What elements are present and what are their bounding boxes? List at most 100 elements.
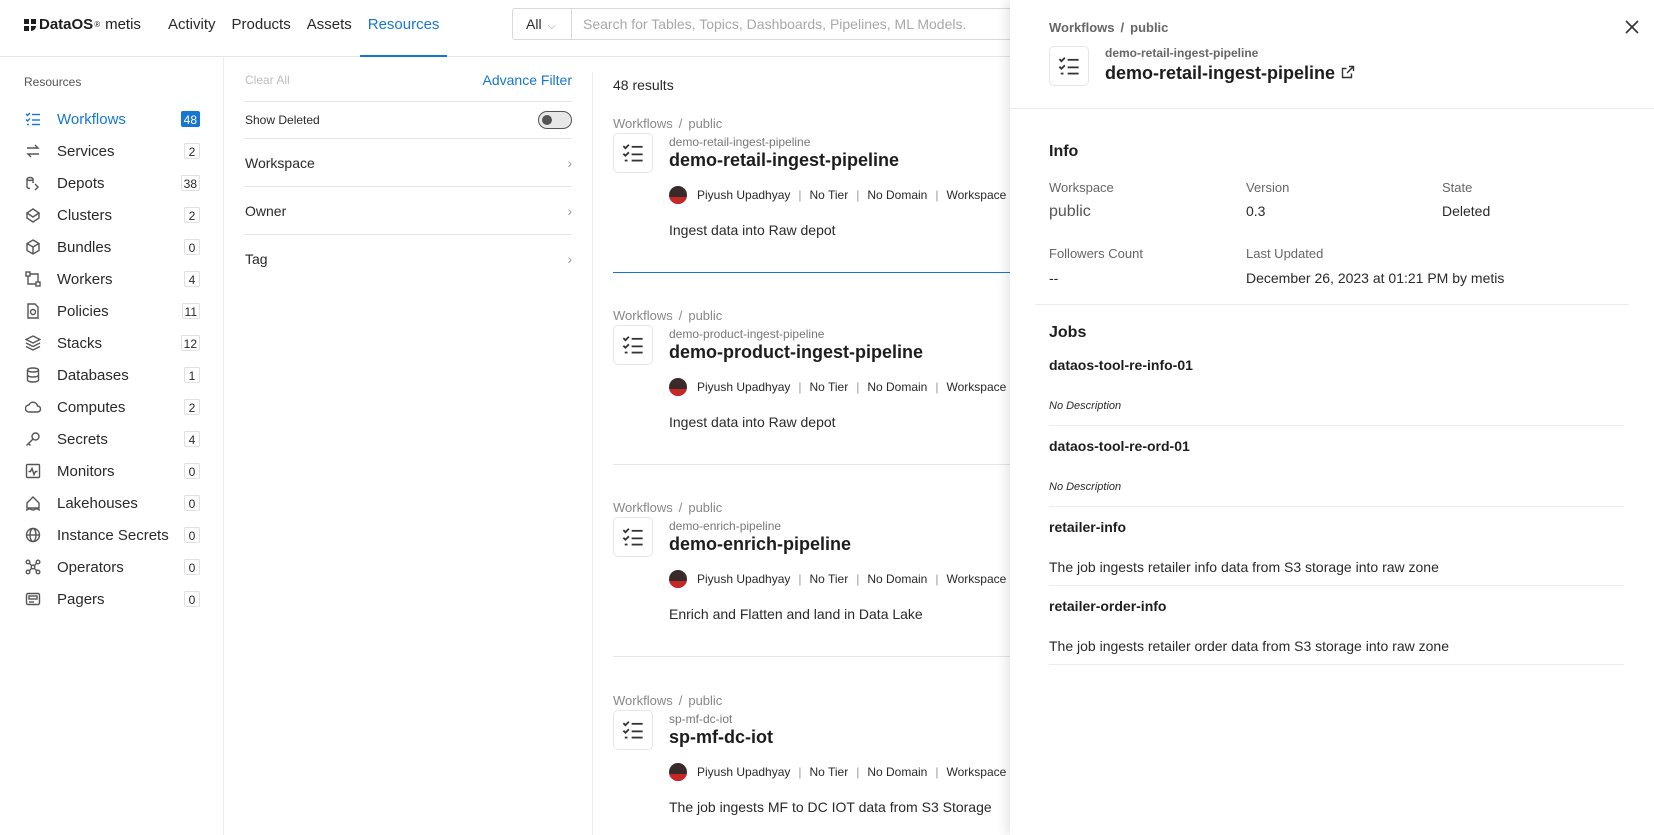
sidebar-item-stacks[interactable]: Stacks 12 (24, 327, 200, 359)
job-name: dataos-tool-re-info-01 (1049, 357, 1193, 373)
crumb-type[interactable]: Workflows (613, 308, 673, 323)
lakehouse-icon (24, 494, 42, 512)
sidebar-item-label: Lakehouses (57, 494, 138, 512)
result-card[interactable]: Workflows / public demo-product-ingest-pip… (613, 308, 1013, 465)
results-count: 48 results (613, 77, 674, 93)
sidebar-item-pagers[interactable]: Pagers 0 (24, 583, 200, 615)
nav-products[interactable]: Products (224, 0, 299, 57)
filter-tag[interactable]: Tag › (245, 235, 572, 283)
card-tier: No Tier (809, 572, 849, 586)
card-domain: No Domain (867, 765, 928, 779)
advance-filter-link[interactable]: Advance Filter (483, 72, 572, 88)
depot-icon (24, 174, 42, 192)
job-name: retailer-info (1049, 519, 1127, 535)
filter-label: Tag (245, 251, 268, 267)
workspace-label: Workspace (1049, 180, 1114, 195)
card-description: Ingest data into Raw depot (669, 222, 836, 238)
crumb-type[interactable]: Workflows (613, 116, 673, 131)
show-deleted-label: Show Deleted (245, 113, 320, 127)
crumb-type[interactable]: Workflows (613, 500, 673, 515)
card-domain: No Domain (867, 572, 928, 586)
sidebar-item-workers[interactable]: Workers 4 (24, 263, 200, 295)
nav-resources[interactable]: Resources (359, 0, 448, 57)
sidebar-item-computes[interactable]: Computes 2 (24, 391, 200, 423)
sidebar-item-clusters[interactable]: Clusters 2 (24, 199, 200, 231)
card-description: The job ingests MF to DC IOT data from S… (669, 799, 992, 815)
sidebar-item-instance-secrets[interactable]: Instance Secrets 0 (24, 519, 200, 551)
dataos-logo[interactable]: DataOS ® metis (24, 16, 141, 33)
monitor-icon (24, 462, 42, 480)
crumb-workspace[interactable]: public (688, 116, 722, 131)
filter-owner[interactable]: Owner › (245, 187, 572, 235)
card-meta: Piyush Upadhyay | No Tier | No Domain | Wor… (669, 186, 1006, 204)
card-workspace: Workspace (946, 765, 1007, 779)
search-input[interactable] (572, 9, 1011, 39)
crumb-workspace[interactable]: public (688, 500, 722, 515)
sidebar-item-count: 0 (184, 527, 200, 543)
cloud-icon (24, 398, 42, 416)
search-bar: All ⌵ (512, 8, 1012, 40)
workflow-icon (1049, 46, 1089, 86)
result-card[interactable]: Workflows / public demo-retail-ingest-pipe… (613, 116, 1013, 273)
cluster-icon (24, 206, 42, 224)
followers-label: Followers Count (1049, 246, 1143, 261)
card-title[interactable]: demo-product-ingest-pipeline (669, 342, 923, 363)
state-label: State (1442, 180, 1473, 195)
sidebar-item-count: 2 (184, 143, 200, 159)
card-subtitle: demo-retail-ingest-pipeline (669, 135, 811, 149)
card-title[interactable]: sp-mf-dc-iot (669, 727, 773, 748)
search-scope-value: All (526, 16, 542, 32)
chevron-down-icon: ⌵ (547, 20, 556, 32)
card-title[interactable]: demo-retail-ingest-pipeline (669, 150, 899, 171)
worker-icon (24, 270, 42, 288)
sidebar-item-policies[interactable]: Policies 11 (24, 295, 200, 327)
nav-assets[interactable]: Assets (299, 0, 360, 57)
sidebar-item-databases[interactable]: Databases 1 (24, 359, 200, 391)
info-divider (1035, 304, 1629, 305)
crumb-workspace[interactable]: public (688, 693, 722, 708)
sidebar-item-secrets[interactable]: Secrets 4 (24, 423, 200, 455)
main-nav: Activity Products Assets Resources (160, 0, 448, 57)
filter-label: Owner (245, 202, 287, 219)
sidebar-item-bundles[interactable]: Bundles 0 (24, 231, 200, 263)
search-scope-select[interactable]: All ⌵ (513, 9, 572, 39)
crumb-type[interactable]: Workflows (613, 693, 673, 708)
sidebar-item-operators[interactable]: Operators 0 (24, 551, 200, 583)
crumb-workspace[interactable]: public (1130, 20, 1168, 35)
sidebar-item-depots[interactable]: Depots 38 (24, 167, 200, 199)
job-name: dataos-tool-re-ord-01 (1049, 438, 1190, 454)
show-deleted-toggle[interactable] (538, 111, 572, 129)
sidebar-item-label: Clusters (57, 206, 113, 224)
card-breadcrumb: Workflows / public (613, 116, 723, 131)
close-icon[interactable] (1624, 18, 1640, 38)
sidebar-item-lakehouses[interactable]: Lakehouses 0 (24, 487, 200, 519)
filter-panel: Clear All Advance Filter Show Deleted Wo… (245, 58, 572, 835)
workspace-value[interactable]: public (1049, 203, 1091, 221)
result-card[interactable]: Workflows / public sp-mf-dc-iot sp-mf-dc-i… (613, 693, 1013, 815)
card-tier: No Tier (809, 188, 849, 202)
external-link-icon[interactable] (1341, 63, 1355, 84)
nav-activity[interactable]: Activity (160, 0, 224, 57)
drawer-title-row: demo-retail-ingest-pipeline (1105, 63, 1355, 84)
sidebar-item-monitors[interactable]: Monitors 0 (24, 455, 200, 487)
crumb-workspace[interactable]: public (688, 308, 722, 323)
jobs-heading: Jobs (1049, 324, 1087, 341)
avatar (669, 378, 687, 396)
dataos-logo-icon (24, 18, 36, 31)
key-icon (24, 430, 42, 448)
card-title[interactable]: demo-enrich-pipeline (669, 534, 851, 555)
sidebar-item-workflows[interactable]: Workflows 48 (24, 103, 200, 135)
sidebar-item-label: Bundles (57, 238, 112, 256)
clear-all-button[interactable]: Clear All (245, 73, 290, 87)
job-description: The job ingests retailer order data from… (1049, 638, 1449, 654)
sidebar-item-label: Workers (57, 270, 113, 288)
sidebar-item-services[interactable]: Services 2 (24, 135, 200, 167)
job-description: The job ingests retailer info data from … (1049, 559, 1439, 575)
filter-workspace[interactable]: Workspace › (245, 139, 572, 187)
services-icon (24, 142, 42, 160)
result-card[interactable]: Workflows / public demo-enrich-pipeline de… (613, 500, 1013, 657)
crumb-type[interactable]: Workflows (1049, 20, 1115, 35)
sidebar-item-label: Pagers (57, 590, 105, 608)
avatar (669, 763, 687, 781)
chevron-right-icon: › (567, 202, 572, 219)
